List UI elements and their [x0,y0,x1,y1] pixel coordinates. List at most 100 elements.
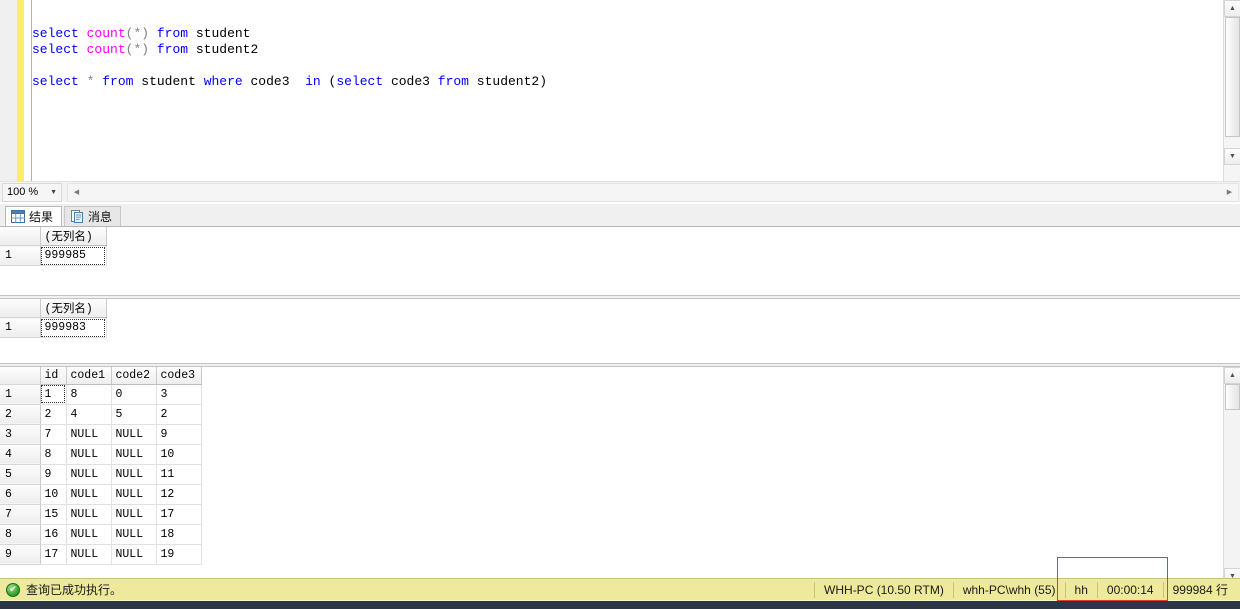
sql-editor-pane[interactable]: select count(*) from student select count… [0,0,1240,181]
grid-cell[interactable]: 999983 [40,317,107,338]
row-header[interactable]: 2 [0,404,41,425]
grid-cell[interactable]: 9 [40,464,67,485]
grid-cell[interactable]: 12 [156,484,202,505]
result-grid-1-table[interactable]: (无列名) 1 999985 [0,227,107,266]
grid-cell[interactable]: NULL [66,524,112,545]
grid-cell[interactable]: 999985 [40,245,107,266]
column-header-id[interactable]: id [40,367,67,385]
table-row[interactable]: 5 9 NULL NULL 11 [0,464,202,485]
editor-horizontal-scrollbar[interactable]: ◀ ▶ [67,182,1239,202]
grid-cell[interactable]: NULL [66,504,112,525]
results-scroll-up-button[interactable]: ▲ [1224,367,1240,384]
editor-scroll-right-button[interactable]: ▶ [1222,185,1237,200]
row-header[interactable]: 8 [0,524,41,545]
column-header-code3[interactable]: code3 [156,367,202,385]
row-header[interactable]: 3 [0,424,41,445]
grid-cell[interactable]: NULL [66,464,112,485]
results-scroll-thumb[interactable] [1225,384,1240,410]
grid-cell[interactable]: 19 [156,544,202,565]
grid-cell[interactable]: 5 [111,404,157,425]
grid-corner-header[interactable] [0,299,41,318]
table-row[interactable]: 7 15 NULL NULL 17 [0,504,202,525]
editor-vertical-scrollbar[interactable]: ▲ ▼ [1223,0,1240,181]
desktop-taskbar-strip [0,600,1240,609]
code-token: (*) [125,42,150,57]
sql-code-text[interactable]: select count(*) from student select count… [32,0,1212,181]
table-row[interactable]: 6 10 NULL NULL 12 [0,484,202,505]
column-header-code1[interactable]: code1 [66,367,112,385]
result-grid-1-empty-space [0,267,1240,295]
row-header[interactable]: 1 [0,384,41,405]
grid-cell[interactable]: NULL [66,544,112,565]
row-header[interactable]: 9 [0,544,41,565]
column-header-code2[interactable]: code2 [111,367,157,385]
table-row[interactable]: 9 17 NULL NULL 19 [0,544,202,565]
tab-messages[interactable]: 消息 [64,206,122,226]
grid-cell[interactable]: 8 [66,384,112,405]
column-header-(无列名)[interactable]: (无列名) [40,227,107,246]
grid-cell[interactable]: 10 [156,444,202,465]
grid-cell[interactable]: 15 [40,504,67,525]
zoom-level-value: 100 % [7,186,39,198]
editor-scroll-thumb[interactable] [1225,17,1240,137]
grid-corner-header[interactable] [0,367,41,385]
code-token: select [32,26,79,41]
grid-cell[interactable]: 2 [40,404,67,425]
grid-cell[interactable]: 11 [156,464,202,485]
grid-cell[interactable]: NULL [111,544,157,565]
code-token: from [102,74,134,89]
grid-cell[interactable]: 17 [156,504,202,525]
grid-cell[interactable]: 18 [156,524,202,545]
row-header[interactable]: 1 [0,245,41,266]
grid-cell[interactable]: NULL [66,484,112,505]
table-row[interactable]: 4 8 NULL NULL 10 [0,444,202,465]
table-row[interactable]: 1 999985 [0,245,107,266]
code-token: select [32,42,79,57]
grid-cell[interactable]: NULL [66,424,112,445]
grid-cell[interactable]: 1 [40,384,67,405]
zoom-level-combobox[interactable]: 100 % ▼ [2,182,62,202]
column-header-(无列名)[interactable]: (无列名) [40,299,107,318]
table-row[interactable]: 3 7 NULL NULL 9 [0,424,202,445]
result-grid-1[interactable]: (无列名) 1 999985 [0,227,1240,267]
grid-cell[interactable]: 8 [40,444,67,465]
grid-cell[interactable]: NULL [111,444,157,465]
grid-cell[interactable]: 9 [156,424,202,445]
result-grid-2-table[interactable]: (无列名) 1 999983 [0,299,107,338]
grid-cell[interactable]: 4 [66,404,112,425]
grid-cell[interactable]: 10 [40,484,67,505]
grid-corner-header[interactable] [0,227,41,246]
grid-cell[interactable]: NULL [111,484,157,505]
row-header[interactable]: 7 [0,504,41,525]
table-row[interactable]: 11803 [0,384,202,405]
grid-cell[interactable]: 0 [111,384,157,405]
result-grid-3-table[interactable]: id code1 code2 code3 1 1 8 0 3 2 2 4 5 2 3 7 NULL NULL 9 4 8… [0,367,202,565]
code-token: student [133,74,204,89]
grid-cell[interactable]: NULL [111,424,157,445]
table-row[interactable]: 8 16 NULL NULL 18 [0,524,202,545]
row-header[interactable]: 1 [0,317,41,338]
result-grid-2[interactable]: (无列名) 1 999983 [0,299,1240,339]
result-grid-3[interactable]: id code1 code2 code3 1 1 8 0 3 2 2 4 5 2 3 7 NULL NULL 9 4 8… [0,367,1240,578]
grid-cell[interactable]: 2 [156,404,202,425]
results-scroll-down-button[interactable]: ▼ [1224,568,1240,578]
table-row[interactable]: 22452 [0,404,202,425]
grid-cell[interactable]: NULL [111,464,157,485]
editor-scroll-left-button[interactable]: ◀ [69,185,84,200]
table-row[interactable]: 1 999983 [0,317,107,338]
grid-cell[interactable]: NULL [111,504,157,525]
row-header[interactable]: 4 [0,444,41,465]
grid-cell[interactable]: 7 [40,424,67,445]
result-grid-2-empty-space [0,339,1240,363]
tab-results[interactable]: 结果 [5,206,63,226]
grid-cell[interactable]: NULL [66,444,112,465]
grid-cell[interactable]: NULL [111,524,157,545]
grid-cell[interactable]: 16 [40,524,67,545]
row-header[interactable]: 5 [0,464,41,485]
row-header[interactable]: 6 [0,484,41,505]
grid-cell[interactable]: 3 [156,384,202,405]
editor-scroll-up-button[interactable]: ▲ [1224,0,1240,17]
grid-cell[interactable]: 17 [40,544,67,565]
editor-scroll-down-button[interactable]: ▼ [1224,148,1240,165]
results-vertical-scrollbar[interactable]: ▲ ▼ [1223,367,1240,578]
